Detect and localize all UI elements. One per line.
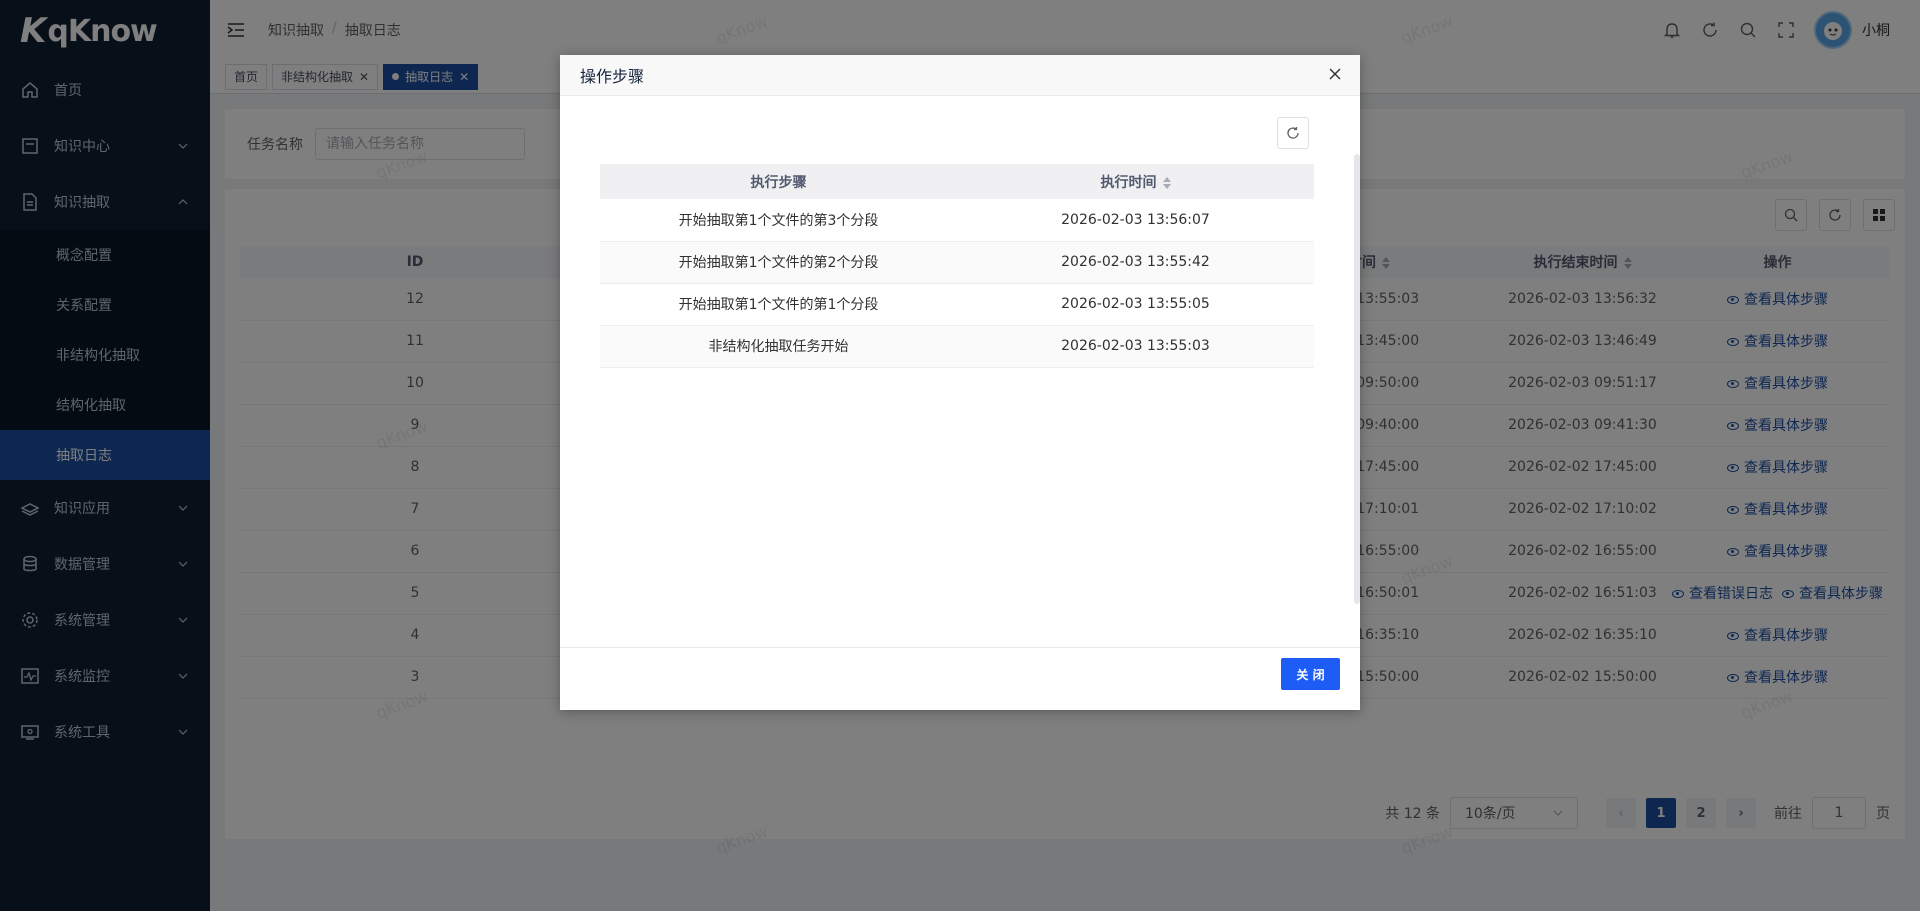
- steps-row: 非结构化抽取任务开始 2026-02-03 13:55:03: [600, 325, 1314, 368]
- col-time-header[interactable]: 执行时间: [957, 164, 1314, 199]
- close-icon[interactable]: [1328, 67, 1342, 81]
- refresh-steps-button[interactable]: [1277, 117, 1309, 149]
- sort-icon[interactable]: [1162, 176, 1171, 189]
- step-name: 非结构化抽取任务开始: [600, 325, 957, 368]
- dialog-footer: 关 闭: [560, 647, 1360, 710]
- dialog-scrollbar[interactable]: [1354, 154, 1360, 604]
- dialog-header: 操作步骤: [560, 55, 1360, 96]
- steps-row: 开始抽取第1个文件的第1个分段 2026-02-03 13:55:05: [600, 283, 1314, 326]
- steps-header-row: 执行步骤 执行时间: [600, 164, 1314, 199]
- steps-dialog: 操作步骤 执行步骤 执行时间 开始抽取第1个文件的第3个分段 2026-02-03…: [560, 55, 1360, 710]
- step-time: 2026-02-03 13:55:42: [957, 241, 1314, 284]
- step-name: 开始抽取第1个文件的第1个分段: [600, 283, 957, 326]
- step-time: 2026-02-03 13:55:03: [957, 325, 1314, 368]
- steps-table: 执行步骤 执行时间 开始抽取第1个文件的第3个分段 2026-02-03 13:5…: [600, 164, 1314, 368]
- step-time: 2026-02-03 13:55:05: [957, 283, 1314, 326]
- close-dialog-button[interactable]: 关 闭: [1281, 658, 1340, 690]
- refresh-icon: [1287, 127, 1299, 139]
- step-name: 开始抽取第1个文件的第2个分段: [600, 241, 957, 284]
- step-time: 2026-02-03 13:56:07: [957, 199, 1314, 242]
- dialog-title: 操作步骤: [580, 67, 645, 86]
- step-name: 开始抽取第1个文件的第3个分段: [600, 199, 957, 242]
- steps-row: 开始抽取第1个文件的第2个分段 2026-02-03 13:55:42: [600, 241, 1314, 284]
- col-step-header: 执行步骤: [600, 164, 957, 199]
- steps-row: 开始抽取第1个文件的第3个分段 2026-02-03 13:56:07: [600, 199, 1314, 242]
